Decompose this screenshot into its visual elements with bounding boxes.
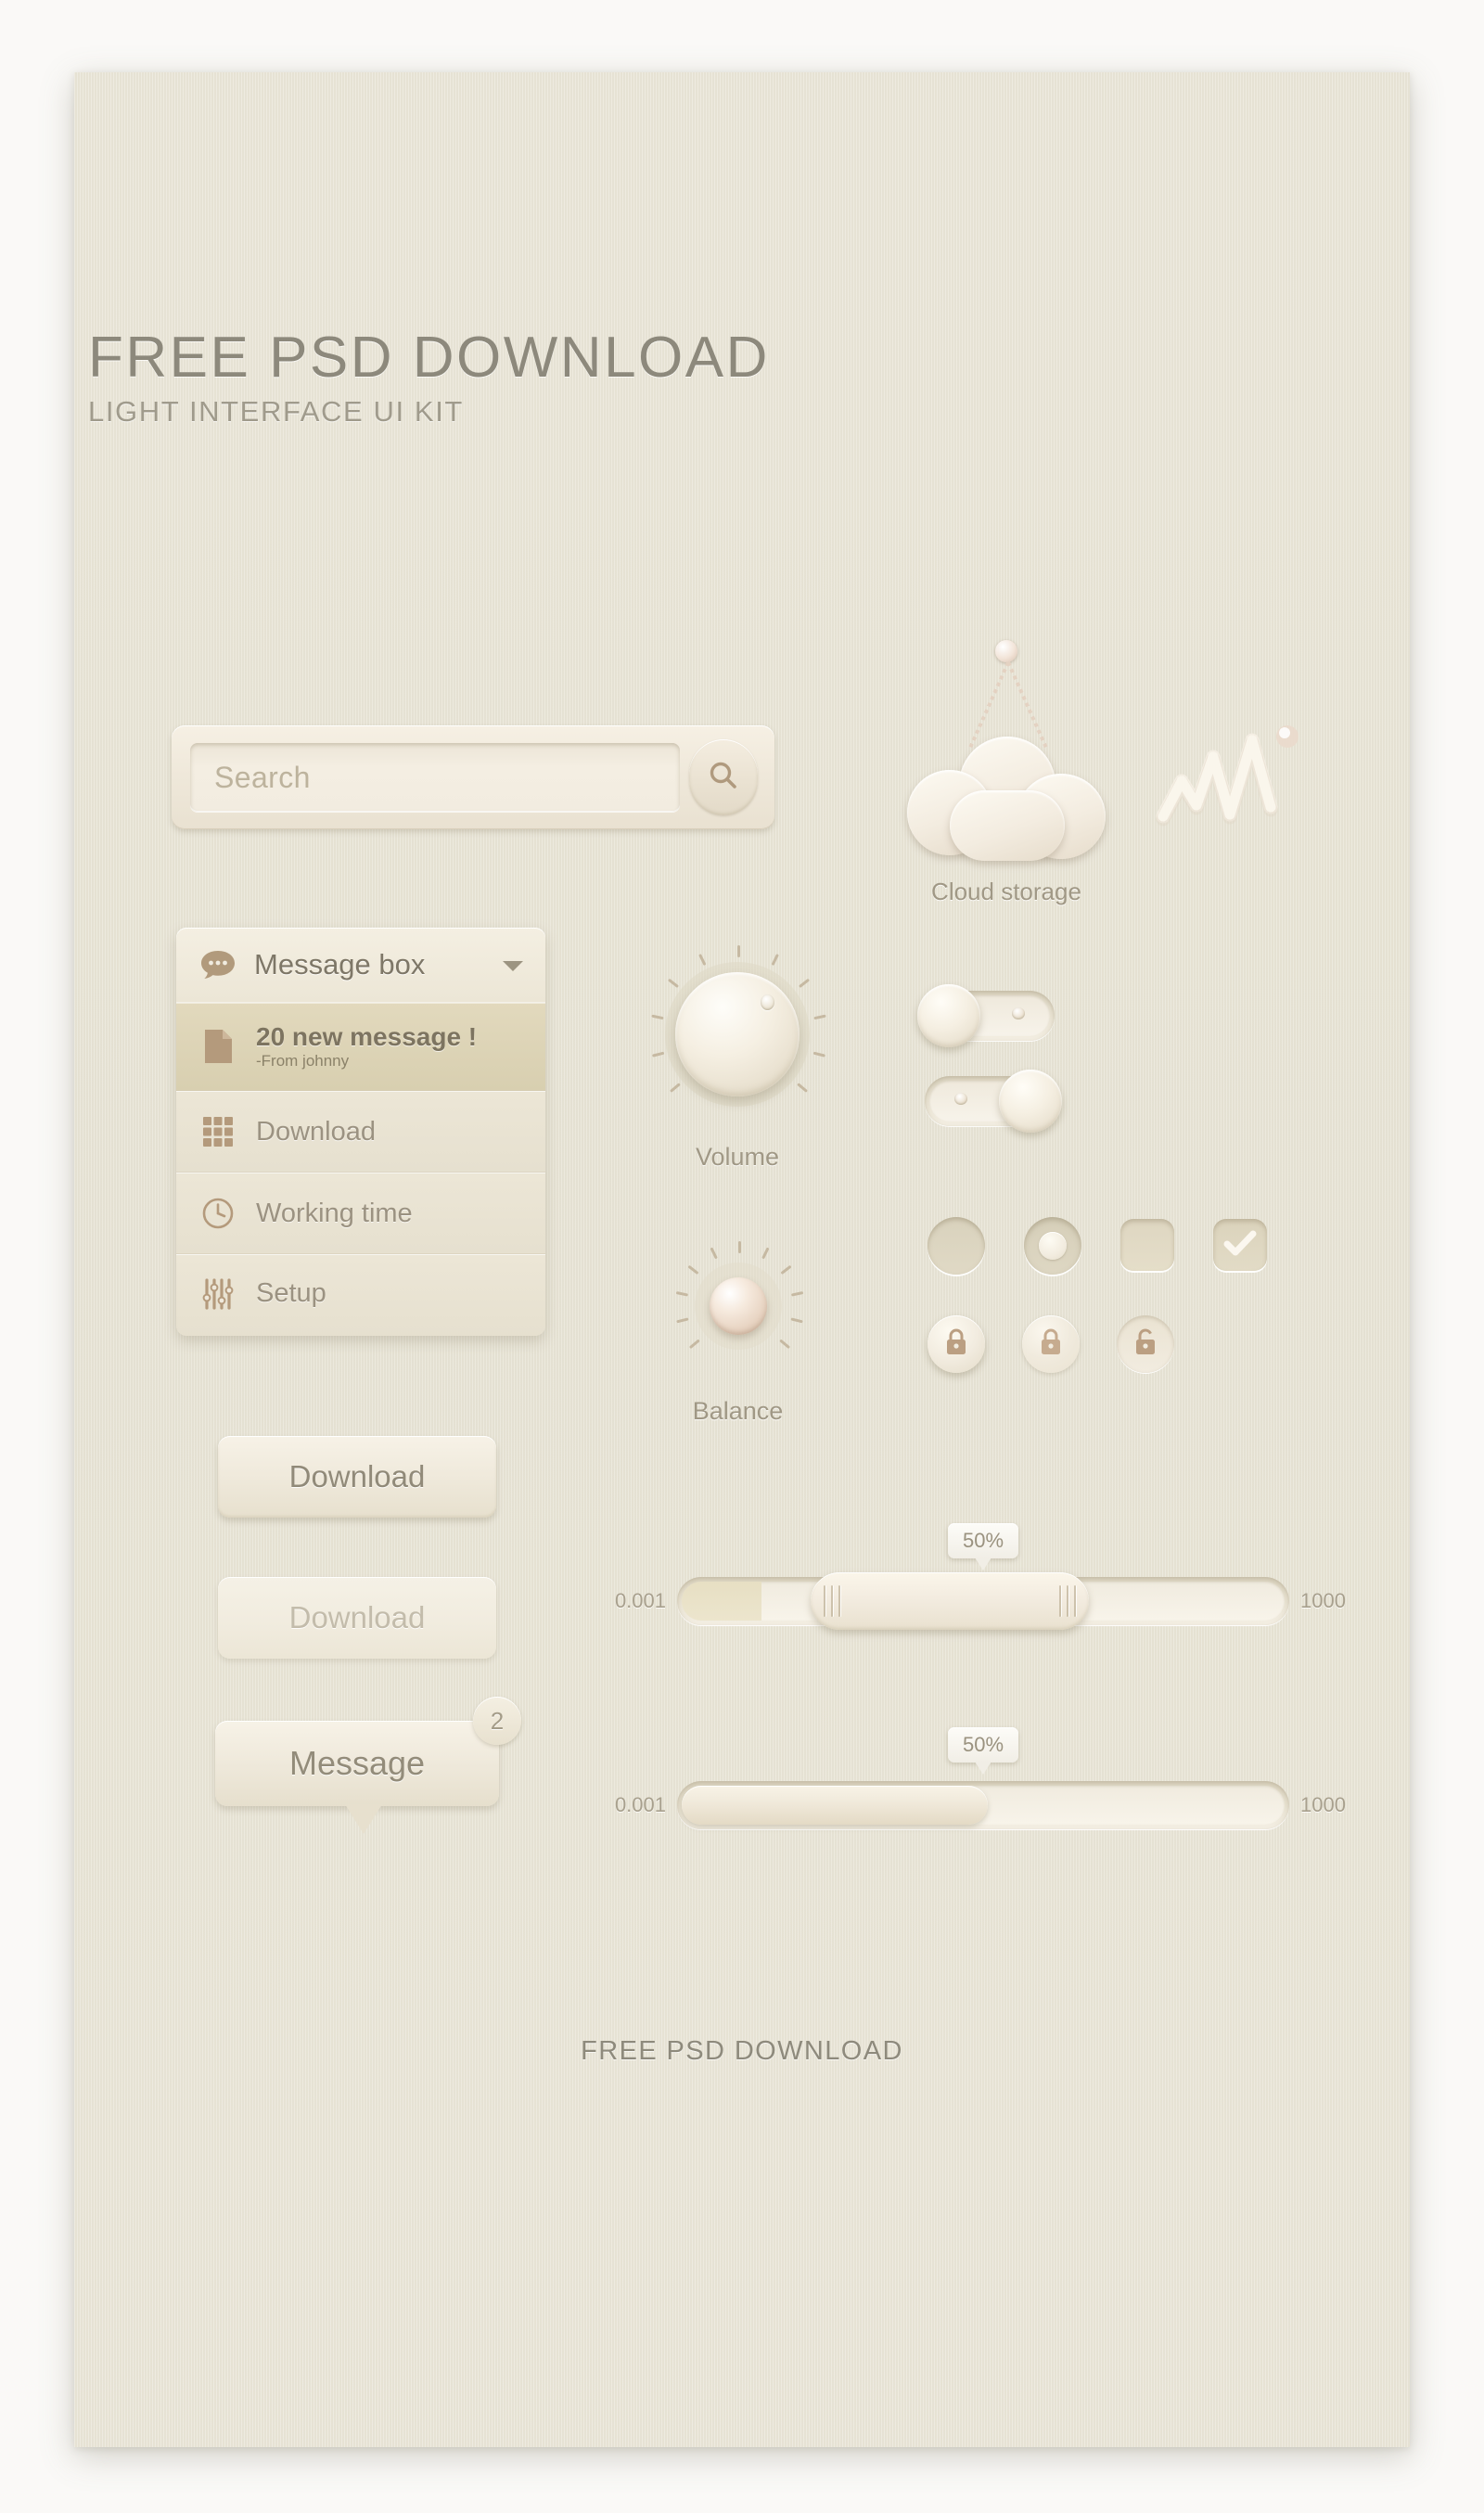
lock-button-unlocked[interactable] (1117, 1315, 1174, 1373)
lock-closed-icon (943, 1327, 969, 1362)
progress-slider-max-label: 1000 (1300, 1793, 1346, 1816)
ui-kit-canvas: FREE PSD DOWNLOAD LIGHT INTERFACE UI KIT (74, 72, 1410, 2447)
footer-text: FREE PSD DOWNLOAD (581, 2036, 903, 2066)
sliders-icon (197, 1277, 239, 1311)
range-slider-handle[interactable] (811, 1572, 1089, 1630)
menu-item-setup[interactable]: Setup (176, 1254, 545, 1336)
toggle-pip-icon (954, 1093, 967, 1105)
balance-knob-label: Balance (692, 1397, 784, 1425)
lock-open-icon (1132, 1327, 1158, 1362)
lock-button-locked-flat[interactable] (1022, 1315, 1080, 1373)
chain-icon (872, 661, 1141, 749)
grip-right-icon (1059, 1585, 1076, 1617)
document-icon (197, 1028, 239, 1065)
clock-icon (197, 1197, 239, 1230)
page-subtitle: LIGHT INTERFACE UI KIT (88, 395, 464, 429)
volume-knob-label: Volume (695, 1143, 780, 1171)
page-title-block: FREE PSD DOWNLOAD LIGHT INTERFACE UI KIT (88, 327, 770, 429)
toggle-switch-on[interactable] (925, 1070, 1062, 1133)
progress-slider-min-label: 0.001 (614, 1793, 666, 1816)
search-icon (707, 759, 740, 797)
toggle-knob[interactable] (999, 1070, 1062, 1133)
balance-knob[interactable] (709, 1276, 767, 1335)
menu-item-label: 20 new message ! (256, 1022, 478, 1051)
menu-item-label: Download (256, 1116, 376, 1147)
volume-knob[interactable] (675, 972, 800, 1096)
menu-item-text: Download (256, 1117, 376, 1148)
message-box-menu-header[interactable]: Message box (176, 928, 545, 1002)
range-slider-max-label: 1000 (1300, 1589, 1346, 1612)
search-input[interactable] (190, 743, 680, 812)
balance-knob-group: Balance (666, 1234, 810, 1425)
menu-item-label: Setup (256, 1278, 326, 1308)
menu-item-text: 20 new message ! -From johnny (256, 1022, 477, 1071)
range-slider-track[interactable]: 50% (677, 1523, 1289, 1630)
toggle-switch-off[interactable] (917, 984, 1055, 1047)
radio-button-checked[interactable] (1024, 1217, 1081, 1275)
range-slider-row: 0.001 50% 1000 (603, 1523, 1363, 1630)
volume-knob-ticks (640, 937, 835, 1132)
message-count-badge: 2 (473, 1697, 521, 1745)
chat-bubble-icon (197, 949, 239, 981)
checkbox-unchecked[interactable] (1120, 1219, 1174, 1271)
volume-knob-group: Volume (640, 937, 835, 1171)
message-box-menu-title: Message box (254, 948, 426, 981)
progress-slider-fill[interactable] (682, 1786, 988, 1825)
menu-item-text: Working time (256, 1199, 413, 1229)
menu-item-download[interactable]: Download (176, 1091, 545, 1173)
menu-item-sublabel: -From johnny (256, 1052, 350, 1070)
range-slider-min-label: 0.001 (614, 1589, 666, 1612)
page-title: FREE PSD DOWNLOAD (88, 326, 770, 390)
progress-slider-track[interactable]: 50% (677, 1727, 1289, 1829)
radio-button-unchecked[interactable] (928, 1217, 985, 1275)
menu-item-new-message[interactable]: 20 new message ! -From johnny (176, 1002, 545, 1091)
download-button[interactable]: Download (218, 1436, 496, 1518)
toggle-pip-icon (1012, 1007, 1025, 1019)
menu-item-text: Setup (256, 1278, 326, 1309)
message-bubble-label: Message (288, 1744, 426, 1782)
search-bar (172, 725, 774, 829)
grip-left-icon (824, 1585, 840, 1617)
menu-item-label: Working time (256, 1198, 413, 1228)
message-bubble-button[interactable]: Message 2 (215, 1697, 521, 1834)
range-slider-fill (682, 1582, 761, 1621)
toggle-knob[interactable] (917, 984, 980, 1047)
grid-icon (197, 1116, 239, 1148)
waveform-icon (1156, 716, 1304, 841)
cloud-storage-label: Cloud storage (931, 878, 1081, 905)
check-icon (1223, 1229, 1257, 1262)
balance-knob-ticks (666, 1234, 810, 1378)
range-slider-tooltip: 50% (947, 1523, 1019, 1571)
checkbox-checked[interactable] (1213, 1219, 1267, 1271)
lock-closed-icon (1038, 1327, 1064, 1362)
download-button-disabled[interactable]: Download (218, 1577, 496, 1659)
lock-button-locked-raised[interactable] (928, 1315, 985, 1373)
chevron-down-icon[interactable] (501, 951, 525, 980)
cloud-icon[interactable] (907, 737, 1106, 863)
chain-pearl-icon (995, 640, 1017, 662)
progress-slider-tooltip: 50% (947, 1727, 1019, 1775)
search-button[interactable] (689, 739, 758, 815)
volume-knob-indicator (761, 994, 774, 1010)
cloud-storage-group: Cloud storage (872, 640, 1141, 906)
menu-item-working-time[interactable]: Working time (176, 1173, 545, 1254)
message-box-menu: Message box 20 new message ! -From johnn… (176, 928, 545, 1336)
progress-slider-row: 0.001 50% 1000 (603, 1727, 1363, 1829)
